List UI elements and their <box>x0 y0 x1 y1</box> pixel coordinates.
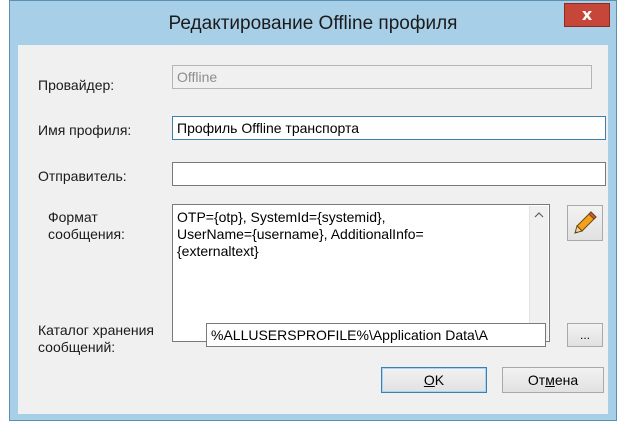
close-icon: x <box>581 5 593 24</box>
provider-field: Offline <box>172 65 592 89</box>
ok-button[interactable]: OK <box>381 367 487 393</box>
format-line: UserName={username}, AdditionalInfo= <box>177 226 424 242</box>
provider-label: Провайдер: <box>38 77 115 93</box>
window-title: Редактирование Offline профиля <box>168 13 458 34</box>
sender-input[interactable] <box>172 162 606 186</box>
format-label: Формат сообщения: <box>48 209 125 243</box>
format-line: {externaltext} <box>177 243 259 259</box>
message-format-text: OTP={otp}, SystemId={systemid}, UserName… <box>177 209 525 260</box>
close-button[interactable]: x <box>564 3 610 27</box>
catalog-label: Каталог хранения сообщений: <box>38 322 154 356</box>
format-label-line1: Формат <box>48 209 98 225</box>
scroll-up-button[interactable] <box>530 206 548 223</box>
dialog-window: Редактирование Offline профиля x Провайд… <box>9 0 617 421</box>
catalog-label-line2: сообщений: <box>38 339 116 355</box>
cancel-label-post: ена <box>554 372 579 388</box>
dialog-content: Провайдер: Offline Имя профиля: Профиль … <box>18 45 608 414</box>
browse-button[interactable]: ... <box>567 323 603 347</box>
chevron-up-icon <box>534 211 544 217</box>
edit-format-button[interactable] <box>567 205 603 241</box>
ok-accel: O <box>423 372 435 388</box>
catalog-label-line1: Каталог хранения <box>38 322 155 338</box>
ok-label-rest: K <box>434 372 445 388</box>
profile-name-label: Имя профиля: <box>38 122 132 138</box>
sender-label: Отправитель: <box>38 168 127 184</box>
format-label-line2: сообщения: <box>48 226 125 242</box>
cancel-accel: м <box>545 372 555 388</box>
title-bar: Редактирование Offline профиля x <box>10 1 616 45</box>
format-line: OTP={otp}, SystemId={systemid}, <box>177 209 386 225</box>
catalog-path-input[interactable]: %ALLUSERSPROFILE%\Application Data\A <box>206 323 546 347</box>
format-scrollbar[interactable] <box>529 206 548 340</box>
cancel-label-pre: От <box>527 372 546 388</box>
profile-name-input[interactable]: Профиль Offline транспорта <box>172 116 606 140</box>
pencil-icon <box>574 211 597 234</box>
cancel-button[interactable]: От м ена <box>502 367 604 393</box>
message-format-textarea[interactable]: OTP={otp}, SystemId={systemid}, UserName… <box>172 204 550 342</box>
